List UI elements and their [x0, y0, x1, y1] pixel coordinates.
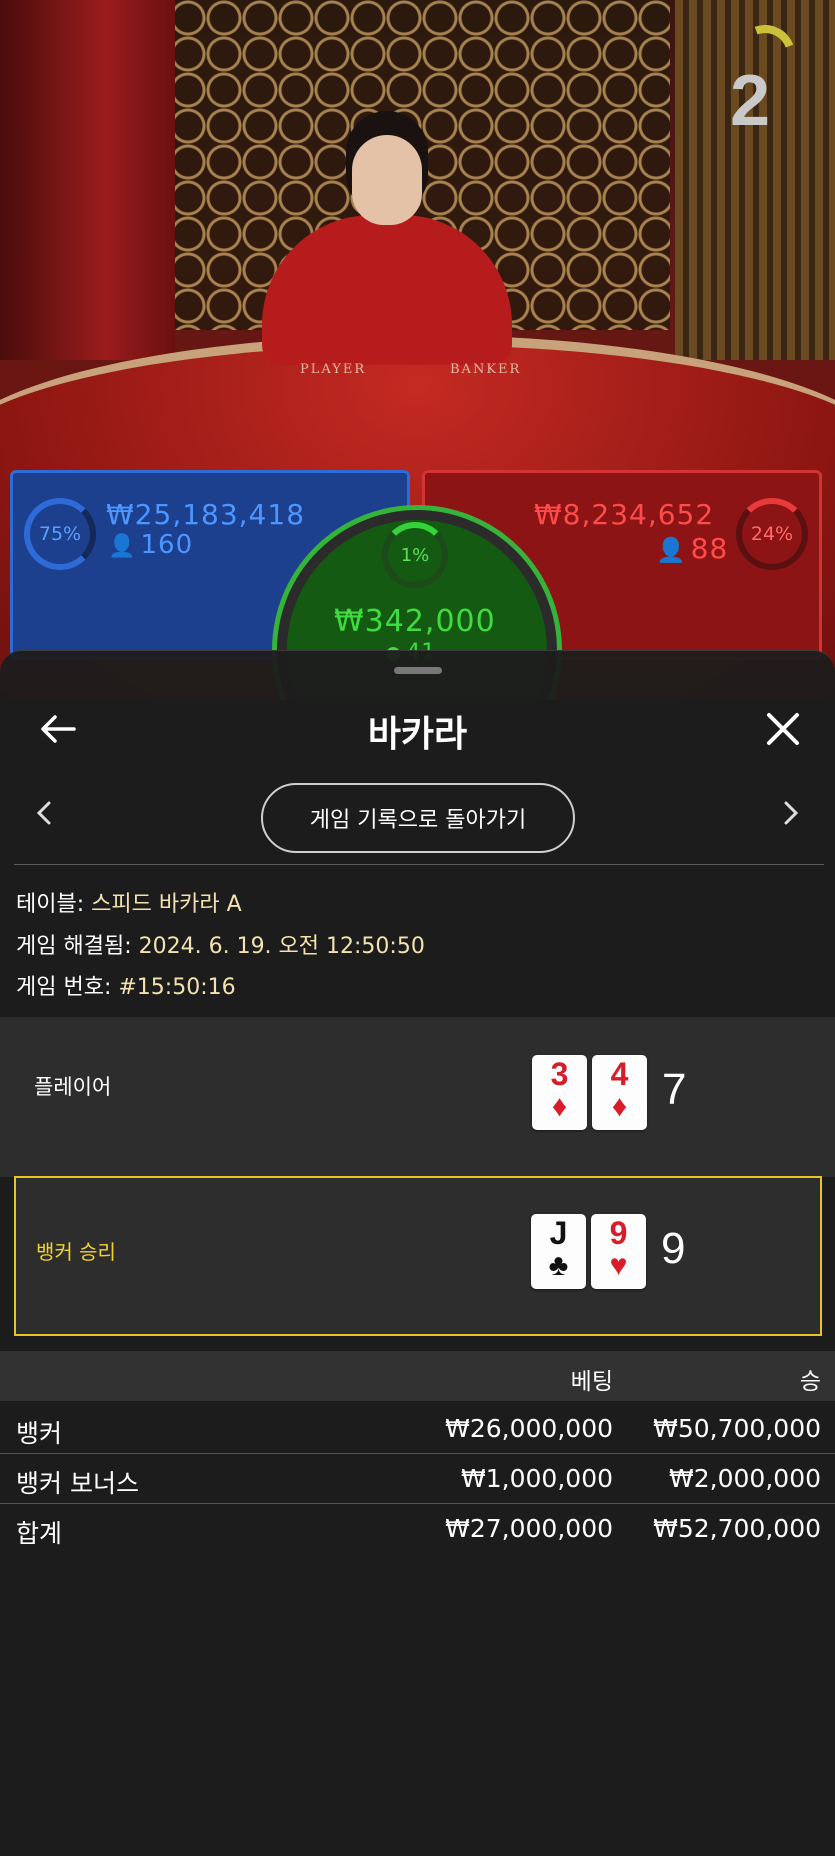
banker-score: 9	[661, 1224, 686, 1273]
game-history-sheet: 바카라 게임 기록으로 돌아가기 테이블: 스피드 바카라 A 게임 해결됨: …	[0, 650, 835, 1856]
table-info: 테이블: 스피드 바카라 A	[16, 886, 242, 918]
resolved-info-label: 게임 해결됨:	[16, 934, 132, 959]
banker-percent: 24%	[750, 523, 794, 545]
felt-banker-label: BANKER	[450, 362, 522, 377]
table-info-value: 스피드 바카라 A	[91, 892, 242, 917]
banker-total-amount: ₩8,234,652	[534, 498, 715, 531]
previous-round-button[interactable]	[24, 795, 64, 835]
resolved-info-value: 2024. 6. 19. 오전 12:50:50	[138, 934, 425, 959]
bets-table-header: 베팅 승	[0, 1351, 835, 1401]
win-amount: ₩52,700,000	[653, 1514, 821, 1543]
win-amount: ₩50,700,000	[653, 1414, 821, 1443]
close-button[interactable]	[757, 703, 809, 755]
card-rank: 9	[609, 1215, 628, 1251]
player-result-row: 플레이어 3 ♦ 4 ♦ 7	[0, 1017, 835, 1177]
banker-result-row: 뱅커 승리 J ♣ 9 ♥ 9	[14, 1176, 822, 1336]
close-icon	[767, 713, 799, 745]
person-icon: 👤	[656, 536, 687, 564]
player-percent-ring: 75%	[24, 498, 96, 570]
banker-bettor-count: 👤 88	[656, 532, 728, 565]
club-suit-icon: ♣	[548, 1249, 569, 1282]
banker-card-2: 9 ♥	[591, 1214, 646, 1289]
player-bettor-count: 👤 160	[108, 530, 193, 560]
card-rank: J	[549, 1215, 568, 1251]
banker-percent-ring: 24%	[736, 498, 808, 570]
back-to-history-button[interactable]: 게임 기록으로 돌아가기	[261, 783, 575, 853]
sheet-title: 바카라	[367, 714, 468, 755]
player-percent: 75%	[38, 523, 82, 545]
resolved-info: 게임 해결됨: 2024. 6. 19. 오전 12:50:50	[16, 928, 425, 960]
round-navigation: 게임 기록으로 돌아가기	[0, 783, 835, 853]
player-card-2: 4 ♦	[592, 1055, 647, 1130]
win-column-header: 승	[799, 1369, 821, 1395]
bet-amount: ₩27,000,000	[445, 1514, 613, 1543]
tie-total-amount: ₩342,000	[334, 604, 496, 639]
game-number-value: #15:50:16	[118, 975, 236, 1000]
next-round-button[interactable]	[771, 795, 811, 835]
win-amount: ₩2,000,000	[669, 1464, 821, 1493]
bet-column-header: 베팅	[570, 1369, 613, 1395]
person-icon: 👤	[108, 533, 137, 559]
curtain-left	[0, 0, 175, 360]
player-count-value: 160	[140, 530, 194, 560]
bet-name: 합계	[16, 1519, 63, 1548]
table-row-total: 합계 ₩27,000,000 ₩52,700,000	[0, 1506, 835, 1554]
tie-percent-ring: 1%	[382, 522, 448, 588]
diamond-suit-icon: ♦	[551, 1090, 568, 1123]
round-number: 2	[729, 61, 770, 141]
sheet-drag-handle[interactable]	[394, 667, 442, 674]
felt-player-label: PLAYER	[300, 362, 367, 377]
bet-name: 뱅커 보너스	[16, 1469, 139, 1498]
chevron-left-icon	[36, 801, 51, 825]
game-number-label: 게임 번호:	[16, 975, 112, 1000]
diamond-suit-icon: ♦	[611, 1090, 628, 1123]
banker-card-1: J ♣	[531, 1214, 586, 1289]
bet-name: 뱅커	[16, 1419, 63, 1448]
banker-result-label: 뱅커 승리	[36, 1240, 116, 1264]
tie-percent: 1%	[400, 544, 430, 566]
bet-amount: ₩26,000,000	[445, 1414, 613, 1443]
dealer-head	[352, 135, 422, 225]
sheet-header: 바카라	[0, 693, 835, 763]
player-score: 7	[662, 1065, 687, 1114]
card-rank: 3	[550, 1056, 569, 1092]
game-number-info: 게임 번호: #15:50:16	[16, 969, 236, 1001]
table-row: 뱅커 ₩26,000,000 ₩50,700,000	[0, 1406, 835, 1454]
card-rank: 4	[610, 1056, 629, 1092]
chevron-right-icon	[784, 801, 799, 825]
player-total-amount: ₩25,183,418	[106, 498, 306, 531]
banker-count-value: 88	[690, 532, 729, 565]
table-row: 뱅커 보너스 ₩1,000,000 ₩2,000,000	[0, 1456, 835, 1504]
table-info-label: 테이블:	[16, 892, 85, 917]
bet-amount: ₩1,000,000	[461, 1464, 613, 1493]
divider	[14, 864, 824, 865]
player-card-1: 3 ♦	[532, 1055, 587, 1130]
player-result-label: 플레이어	[34, 1075, 112, 1099]
heart-suit-icon: ♥	[609, 1249, 628, 1282]
